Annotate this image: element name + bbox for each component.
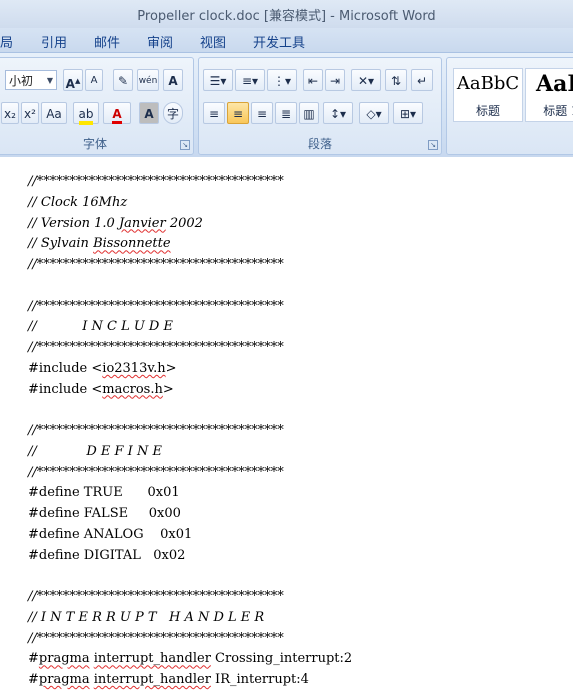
comment-line: //************************************** xyxy=(28,257,284,272)
decrease-indent-icon[interactable]: ⇤ xyxy=(303,69,323,91)
enclose-char-button[interactable]: 字 xyxy=(163,102,183,124)
comment-line: //************************************** xyxy=(28,423,284,438)
comment-line: // I N C L U D E xyxy=(28,319,173,335)
multilevel-list-icon[interactable]: ⋮▾ xyxy=(267,69,297,91)
code-line: #include <macros.h> xyxy=(28,381,174,397)
show-marks-icon[interactable]: ↵ xyxy=(411,69,433,91)
grow-font-button[interactable]: A▲ xyxy=(63,69,83,91)
phonetic-guide-icon[interactable]: wén xyxy=(137,69,159,91)
font-size-value: 小初 xyxy=(9,74,34,88)
font-color-button[interactable]: A xyxy=(103,102,131,124)
align-left-icon[interactable]: ≡ xyxy=(203,102,225,124)
style-heading[interactable]: AaBbC 标题 xyxy=(453,68,523,122)
font-size-combo[interactable]: 小初 ▼ xyxy=(5,70,57,90)
increase-indent-icon[interactable]: ⇥ xyxy=(325,69,345,91)
font-group: 小初 ▼ A▲ A ✎ wén A x₂ x² Aa ab A A 字 字体 ↘ xyxy=(0,57,194,155)
asian-layout-icon[interactable]: ✕▾ xyxy=(351,69,381,91)
comment-line: //************************************** xyxy=(28,298,284,314)
comment-line: // Version 1.0 Janvier 2002 xyxy=(28,215,203,231)
bullets-icon[interactable]: ☰▾ xyxy=(203,69,233,91)
tab-developer[interactable]: 开发工具 xyxy=(253,32,305,51)
superscript-icon[interactable]: x² xyxy=(21,102,39,124)
line-spacing-icon[interactable]: ↕▾ xyxy=(323,102,353,124)
code-line: #include <io2313v.h> xyxy=(28,360,177,376)
shrink-font-button[interactable]: A xyxy=(85,69,103,91)
tab-review[interactable]: 审阅 xyxy=(147,32,173,51)
tab-view[interactable]: 视图 xyxy=(200,32,226,51)
borders-icon[interactable]: ⊞▾ xyxy=(393,102,423,124)
chevron-down-icon: ▼ xyxy=(46,76,53,85)
tab-references[interactable]: 引用 xyxy=(41,32,67,51)
char-border-button[interactable]: A xyxy=(163,69,183,91)
code-line: #define TRUE 0x01 xyxy=(28,485,180,501)
paragraph-group-label: 段落 xyxy=(307,137,332,151)
title-bar: Propeller clock.doc [兼容模式] - Microsoft W… xyxy=(0,0,573,28)
highlight-icon[interactable]: ab xyxy=(73,102,99,125)
comment-line: // Sylvain Bissonnette xyxy=(28,236,171,252)
sort-icon[interactable]: ⇅ xyxy=(385,69,407,91)
paragraph-group: ☰▾ ≡▾ ⋮▾ ⇤ ⇥ ✕▾ ⇅ ↵ ≡ ≡ ≡ ≣ ▥ ↕▾ ◇▾ ⊞▾ 段… xyxy=(198,57,442,155)
ribbon: 小初 ▼ A▲ A ✎ wén A x₂ x² Aa ab A A 字 字体 ↘… xyxy=(0,52,573,158)
style-name: 标题 xyxy=(475,104,500,118)
distributed-icon[interactable]: ▥ xyxy=(299,102,319,124)
style-heading-1[interactable]: AaB 标题 1 xyxy=(525,68,573,122)
code-line: #define DIGITAL 0x02 xyxy=(28,547,186,563)
shading-icon[interactable]: ◇▾ xyxy=(359,102,389,124)
style-sample: AaBbC xyxy=(456,73,520,94)
font-group-label: 字体 xyxy=(82,137,107,151)
comment-line: // I N T E R R U P T H A N D L E R xyxy=(28,609,265,625)
clear-format-icon[interactable]: ✎ xyxy=(113,69,133,91)
code-line: #pragma interrupt_handler IR_interrupt:4 xyxy=(28,672,309,687)
numbering-icon[interactable]: ≡▾ xyxy=(235,69,265,91)
code-line: #pragma interrupt_handler Crossing_inter… xyxy=(28,651,353,667)
document-body[interactable]: //**************************************… xyxy=(0,157,573,693)
code-line: #define FALSE 0x00 xyxy=(28,506,181,521)
style-name: 标题 1 xyxy=(543,104,573,118)
subscript-icon[interactable]: x₂ xyxy=(1,102,19,124)
justify-icon[interactable]: ≣ xyxy=(275,102,297,124)
tab-layout[interactable]: 局 xyxy=(0,32,13,51)
style-sample: AaB xyxy=(536,71,573,97)
change-case-button[interactable]: Aa xyxy=(41,102,67,124)
tab-mailings[interactable]: 邮件 xyxy=(94,32,120,51)
comment-line: //************************************** xyxy=(28,174,284,189)
dialog-launcher-icon[interactable]: ↘ xyxy=(428,140,438,150)
styles-group: AaBbC 标题 AaB 标题 1 xyxy=(446,57,573,155)
code-line: #define ANALOG 0x01 xyxy=(28,526,193,542)
comment-line: //************************************** xyxy=(28,589,284,604)
ribbon-tabs: 局 引用 邮件 审阅 视图 开发工具 xyxy=(0,28,573,52)
comment-line: //************************************** xyxy=(28,340,284,355)
align-center-icon[interactable]: ≡ xyxy=(227,102,249,124)
align-right-icon[interactable]: ≡ xyxy=(251,102,273,124)
comment-line: //************************************** xyxy=(28,630,284,646)
comment-line: // D E F I N E xyxy=(28,443,162,459)
comment-line: //************************************** xyxy=(28,464,284,480)
comment-line: // Clock 16Mhz xyxy=(28,194,128,210)
char-shading-button[interactable]: A xyxy=(139,102,159,124)
dialog-launcher-icon[interactable]: ↘ xyxy=(180,140,190,150)
window-title: Propeller clock.doc [兼容模式] - Microsoft W… xyxy=(137,9,436,24)
